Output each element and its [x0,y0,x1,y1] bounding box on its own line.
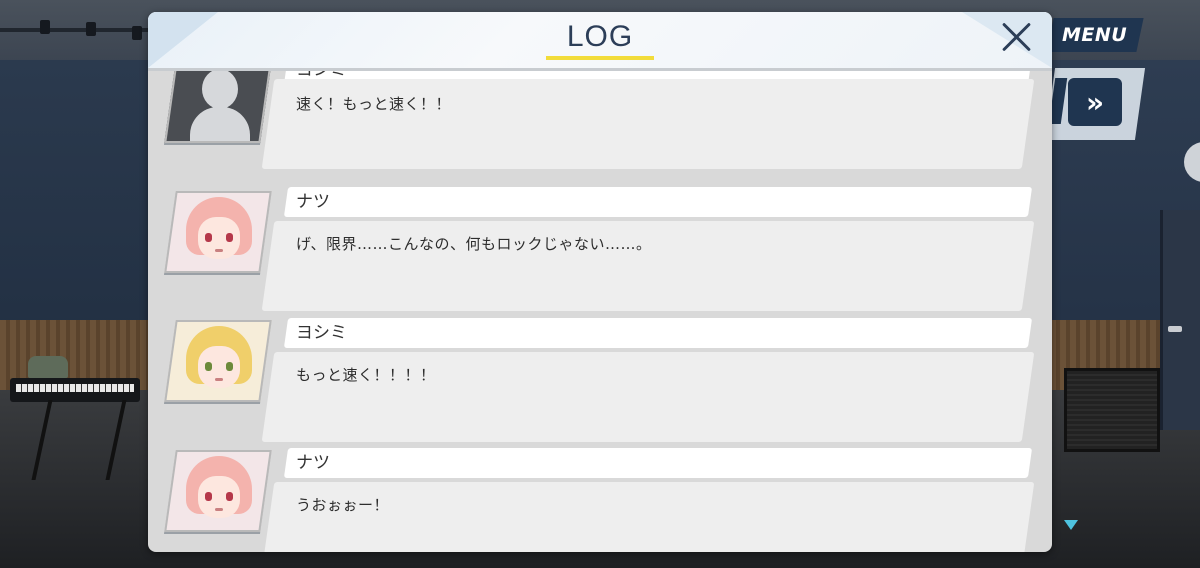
log-entry: ナツ うおぉぉー！ [148,444,1052,552]
avatar [164,191,272,273]
spotlight [132,26,142,40]
fast-forward-icon: » [1085,85,1105,119]
close-icon[interactable] [1000,20,1034,54]
amplifier [1064,368,1160,452]
next-indicator-icon [1064,520,1078,530]
natsu-portrait-icon [172,452,264,530]
wall-left [0,60,150,340]
title-underline [546,56,654,60]
log-title: LOG [566,20,634,53]
silhouette-icon [172,71,264,143]
door [1160,210,1200,430]
avatar [164,320,272,402]
speaker-name: ヨシミ [296,323,347,343]
message-box [261,482,1035,552]
message-text: げ、限界……こんなの、何もロックじゃない……。 [296,235,652,253]
doorknob [1168,326,1182,332]
speaker-name-bar [283,318,1033,348]
log-entry: ヨシミ もっと速く！！！！ [148,314,1052,442]
natsu-portrait-icon [172,193,264,271]
menu-button-label: MENU [1062,24,1128,46]
light-rail [0,28,150,32]
message-text: うおぉぉー！ [296,496,390,514]
speaker-name-bar [283,187,1033,217]
spotlight [40,20,50,34]
menu-button[interactable]: MENU [1046,18,1144,52]
log-panel: LOG ヨシミ 速く！もっと速く！！ [148,12,1052,552]
speaker-name: ナツ [296,453,330,473]
fast-forward-button[interactable]: » [1068,78,1122,126]
speaker-name: ナツ [296,192,330,212]
chair [28,356,68,378]
log-header: LOG [148,12,1052,68]
spotlight [86,22,96,36]
avatar [164,450,272,532]
message-text: もっと速く！！！！ [296,366,436,384]
avatar [164,71,272,143]
log-entry: ヨシミ 速く！もっと速く！！ [148,71,1052,175]
yoshimi-portrait-icon [172,322,264,400]
log-list[interactable]: ヨシミ 速く！もっと速く！！ ナツ げ、限界……こんなの、何もロックじゃない……… [148,71,1052,552]
keyboard-instrument [10,378,140,402]
speaker-name-bar [283,448,1033,478]
message-text: 速く！もっと速く！！ [296,95,452,113]
log-entry: ナツ げ、限界……こんなの、何もロックじゃない……。 [148,183,1052,311]
